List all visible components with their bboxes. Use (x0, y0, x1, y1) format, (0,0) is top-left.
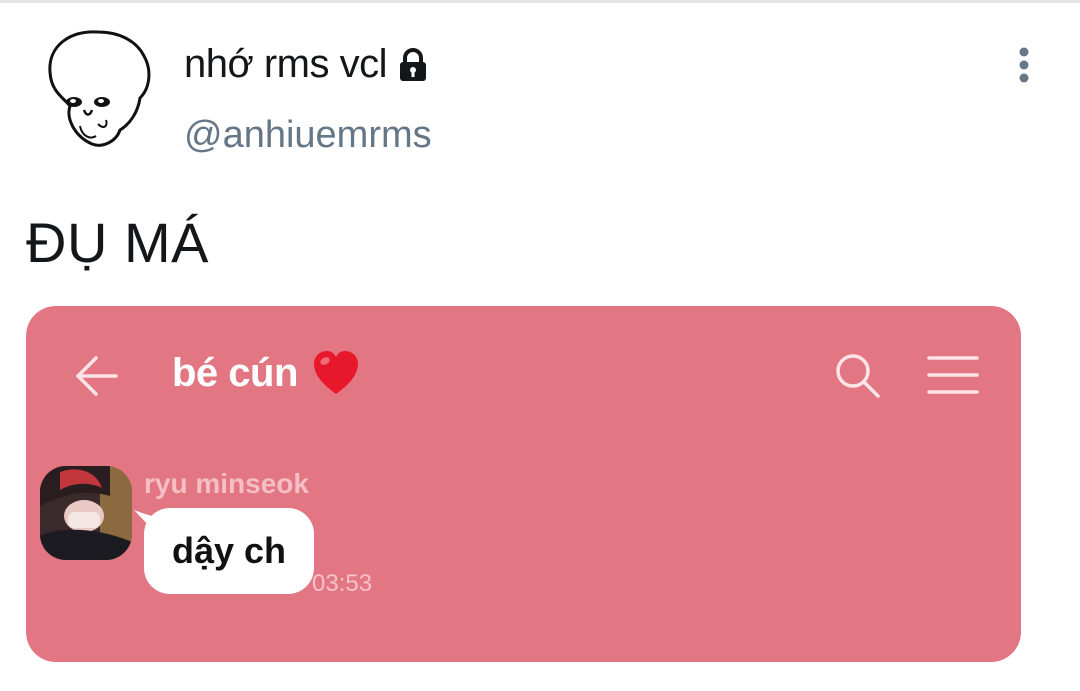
message-text: dậy ch (172, 530, 287, 571)
user-handle[interactable]: @anhiuemrms (184, 114, 432, 157)
chat-title-row: bé cún (172, 350, 360, 396)
message-bubble[interactable]: dậy ch (134, 508, 315, 594)
arrow-left-icon[interactable] (74, 354, 120, 398)
display-name: nhớ rms vcl (184, 42, 387, 86)
profile-avatar[interactable] (40, 26, 156, 150)
display-name-row[interactable]: nhớ rms vcl (184, 42, 431, 87)
heart-icon (312, 350, 360, 396)
message-timestamp: 03:53 (312, 570, 373, 597)
tweet-media-chat-screenshot[interactable]: bé cún ryu minseok dậy ch 03:53 (26, 306, 1021, 662)
bubble-tail (134, 510, 160, 536)
sender-name: ryu minseok (144, 468, 309, 499)
hamburger-menu-icon[interactable] (926, 354, 980, 396)
chat-title: bé cún (172, 350, 298, 395)
top-divider (0, 0, 1080, 3)
search-icon[interactable] (832, 350, 882, 400)
lock-icon (395, 47, 431, 83)
sender-avatar[interactable] (40, 466, 132, 560)
more-vertical-icon[interactable] (1012, 44, 1036, 88)
tweet-text: ĐỤ MÁ (26, 211, 209, 274)
